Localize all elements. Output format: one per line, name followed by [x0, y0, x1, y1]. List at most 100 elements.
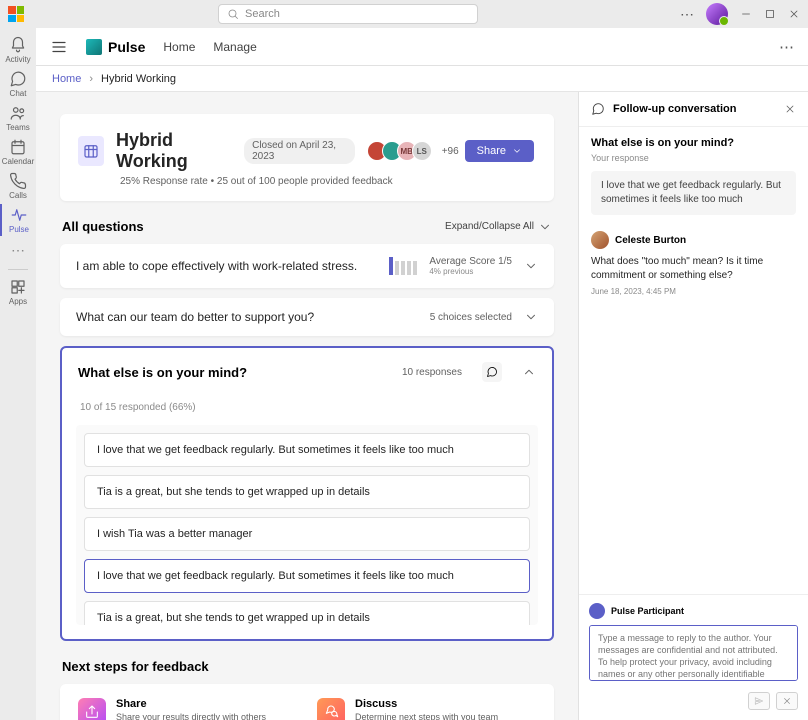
- status-pill: Closed on April 23, 2023: [244, 138, 355, 164]
- calendar-grid-icon: [82, 142, 100, 160]
- next-share: Share Share your results directly with o…: [78, 698, 297, 720]
- response-item[interactable]: Tia is a great, but she tends to get wra…: [84, 475, 530, 509]
- response-count: 10 responses: [402, 367, 462, 378]
- all-questions-title: All questions: [62, 219, 144, 234]
- crumb-home[interactable]: Home: [52, 73, 81, 85]
- responses-list[interactable]: I love that we get feedback regularly. B…: [76, 425, 538, 625]
- hamburger-icon[interactable]: [50, 38, 68, 56]
- question-card-stress[interactable]: I am able to cope effectively with work-…: [60, 244, 554, 288]
- search-icon: [227, 8, 239, 20]
- close-icon: [782, 696, 792, 706]
- rail-apps[interactable]: Apps: [0, 276, 36, 308]
- breadcrumb: Home › Hybrid Working: [36, 66, 808, 92]
- people-icon: [9, 104, 27, 122]
- window-maximize[interactable]: [764, 8, 776, 20]
- rail-calendar[interactable]: Calendar: [0, 136, 36, 168]
- question-text: I am able to cope effectively with work-…: [76, 259, 377, 273]
- choices-meta: 5 choices selected: [430, 312, 512, 323]
- avatar-stack[interactable]: MB LS: [367, 141, 432, 161]
- chevron-down-icon: [538, 220, 552, 234]
- chat-bubble-icon: [486, 366, 498, 378]
- chevron-down-icon: [512, 146, 522, 156]
- chevron-down-icon: [524, 259, 538, 273]
- followup-quote: I love that we get feedback regularly. B…: [591, 171, 796, 215]
- rail-activity[interactable]: Activity: [0, 34, 36, 66]
- all-questions-header: All questions Expand/Collapse All: [62, 219, 552, 234]
- discuss-icon: [317, 698, 345, 720]
- survey-stats: 25% Response rate • 25 out of 100 people…: [120, 176, 534, 187]
- followup-message: Celeste Burton What does "too much" mean…: [591, 231, 796, 296]
- app-header: Pulse Home Manage ⋯: [36, 28, 808, 66]
- conversation-icon: [591, 102, 605, 116]
- discuss-title: Discuss: [355, 698, 498, 710]
- share-icon: [78, 698, 106, 720]
- chevron-right-icon: ›: [89, 73, 93, 85]
- question-card-mind-open: What else is on your mind? 10 responses …: [60, 346, 554, 641]
- phone-icon: [9, 172, 27, 190]
- app-brand: Pulse: [86, 39, 145, 55]
- response-item[interactable]: I wish Tia was a better manager: [84, 517, 530, 551]
- user-avatar[interactable]: [706, 3, 728, 25]
- participant-avatar: [589, 603, 605, 619]
- share-button[interactable]: Share: [465, 140, 534, 162]
- rail-pulse[interactable]: Pulse: [0, 204, 36, 236]
- survey-title: Hybrid Working: [116, 130, 232, 172]
- response-item[interactable]: I love that we get feedback regularly. B…: [84, 433, 530, 467]
- question-card-support[interactable]: What can our team do better to support y…: [60, 298, 554, 336]
- survey-header-card: Hybrid Working Closed on April 23, 2023 …: [60, 114, 554, 201]
- compose-area: Pulse Participant: [579, 594, 808, 720]
- cancel-button[interactable]: [776, 692, 798, 710]
- close-icon[interactable]: [784, 103, 796, 115]
- score-bars: [389, 257, 417, 275]
- response-rate-note: 10 of 15 responded (66%): [76, 396, 538, 425]
- message-time: June 18, 2023, 4:45 PM: [591, 287, 796, 296]
- app-rail: Activity Chat Teams Calendar Calls Pulse…: [0, 28, 36, 720]
- survey-icon: [78, 136, 104, 166]
- followup-question: What else is on your mind?: [591, 137, 796, 149]
- window-minimize[interactable]: [740, 8, 752, 20]
- titlebar: Search ⋯: [0, 0, 808, 28]
- send-button[interactable]: [748, 692, 770, 710]
- bell-icon: [9, 36, 27, 54]
- avatar-initials: LS: [412, 141, 432, 161]
- chevron-down-icon: [524, 310, 538, 324]
- share-title: Share: [116, 698, 266, 710]
- ms-logo: [8, 6, 24, 22]
- message-text: What does "too much" mean? Is it time co…: [591, 255, 796, 283]
- window-close[interactable]: [788, 8, 800, 20]
- reply-textarea[interactable]: [589, 625, 798, 681]
- share-desc: Share your results directly with others: [116, 712, 266, 720]
- followup-title: Follow-up conversation: [613, 103, 776, 115]
- tab-manage[interactable]: Manage: [213, 40, 256, 54]
- sender-avatar: [591, 231, 609, 249]
- avatar-overflow-count: +96: [442, 146, 459, 157]
- titlebar-more-icon[interactable]: ⋯: [680, 6, 694, 23]
- rail-teams[interactable]: Teams: [0, 102, 36, 134]
- rail-calls[interactable]: Calls: [0, 170, 36, 202]
- next-steps-title: Next steps for feedback: [62, 659, 552, 674]
- question-title: What else is on your mind?: [78, 365, 247, 380]
- response-item-selected[interactable]: I love that we get feedback regularly. B…: [84, 559, 530, 593]
- sender-name: Celeste Burton: [615, 235, 686, 246]
- next-steps-section: Next steps for feedback Share Share your…: [60, 659, 554, 720]
- rail-more-icon[interactable]: ⋯: [11, 242, 25, 259]
- app-header-more-icon[interactable]: ⋯: [779, 38, 794, 56]
- expand-collapse-toggle[interactable]: Expand/Collapse All: [445, 220, 552, 234]
- calendar-icon: [9, 138, 27, 156]
- chevron-up-icon[interactable]: [522, 365, 536, 379]
- response-item[interactable]: Tia is a great, but she tends to get wra…: [84, 601, 530, 625]
- apps-icon: [9, 278, 27, 296]
- pulse-brand-icon: [86, 39, 102, 55]
- followup-sub: Your response: [591, 153, 796, 163]
- crumb-current: Hybrid Working: [101, 73, 176, 85]
- tab-home[interactable]: Home: [163, 40, 195, 54]
- question-text: What can our team do better to support y…: [76, 310, 418, 324]
- participant-label: Pulse Participant: [611, 606, 684, 616]
- chat-icon-button[interactable]: [482, 362, 502, 382]
- search-input[interactable]: Search: [218, 4, 478, 24]
- discuss-desc: Determine next steps with you team: [355, 712, 498, 720]
- rail-chat[interactable]: Chat: [0, 68, 36, 100]
- next-discuss: Discuss Determine next steps with you te…: [317, 698, 536, 720]
- followup-panel: Follow-up conversation What else is on y…: [578, 92, 808, 720]
- pulse-icon: [10, 206, 28, 224]
